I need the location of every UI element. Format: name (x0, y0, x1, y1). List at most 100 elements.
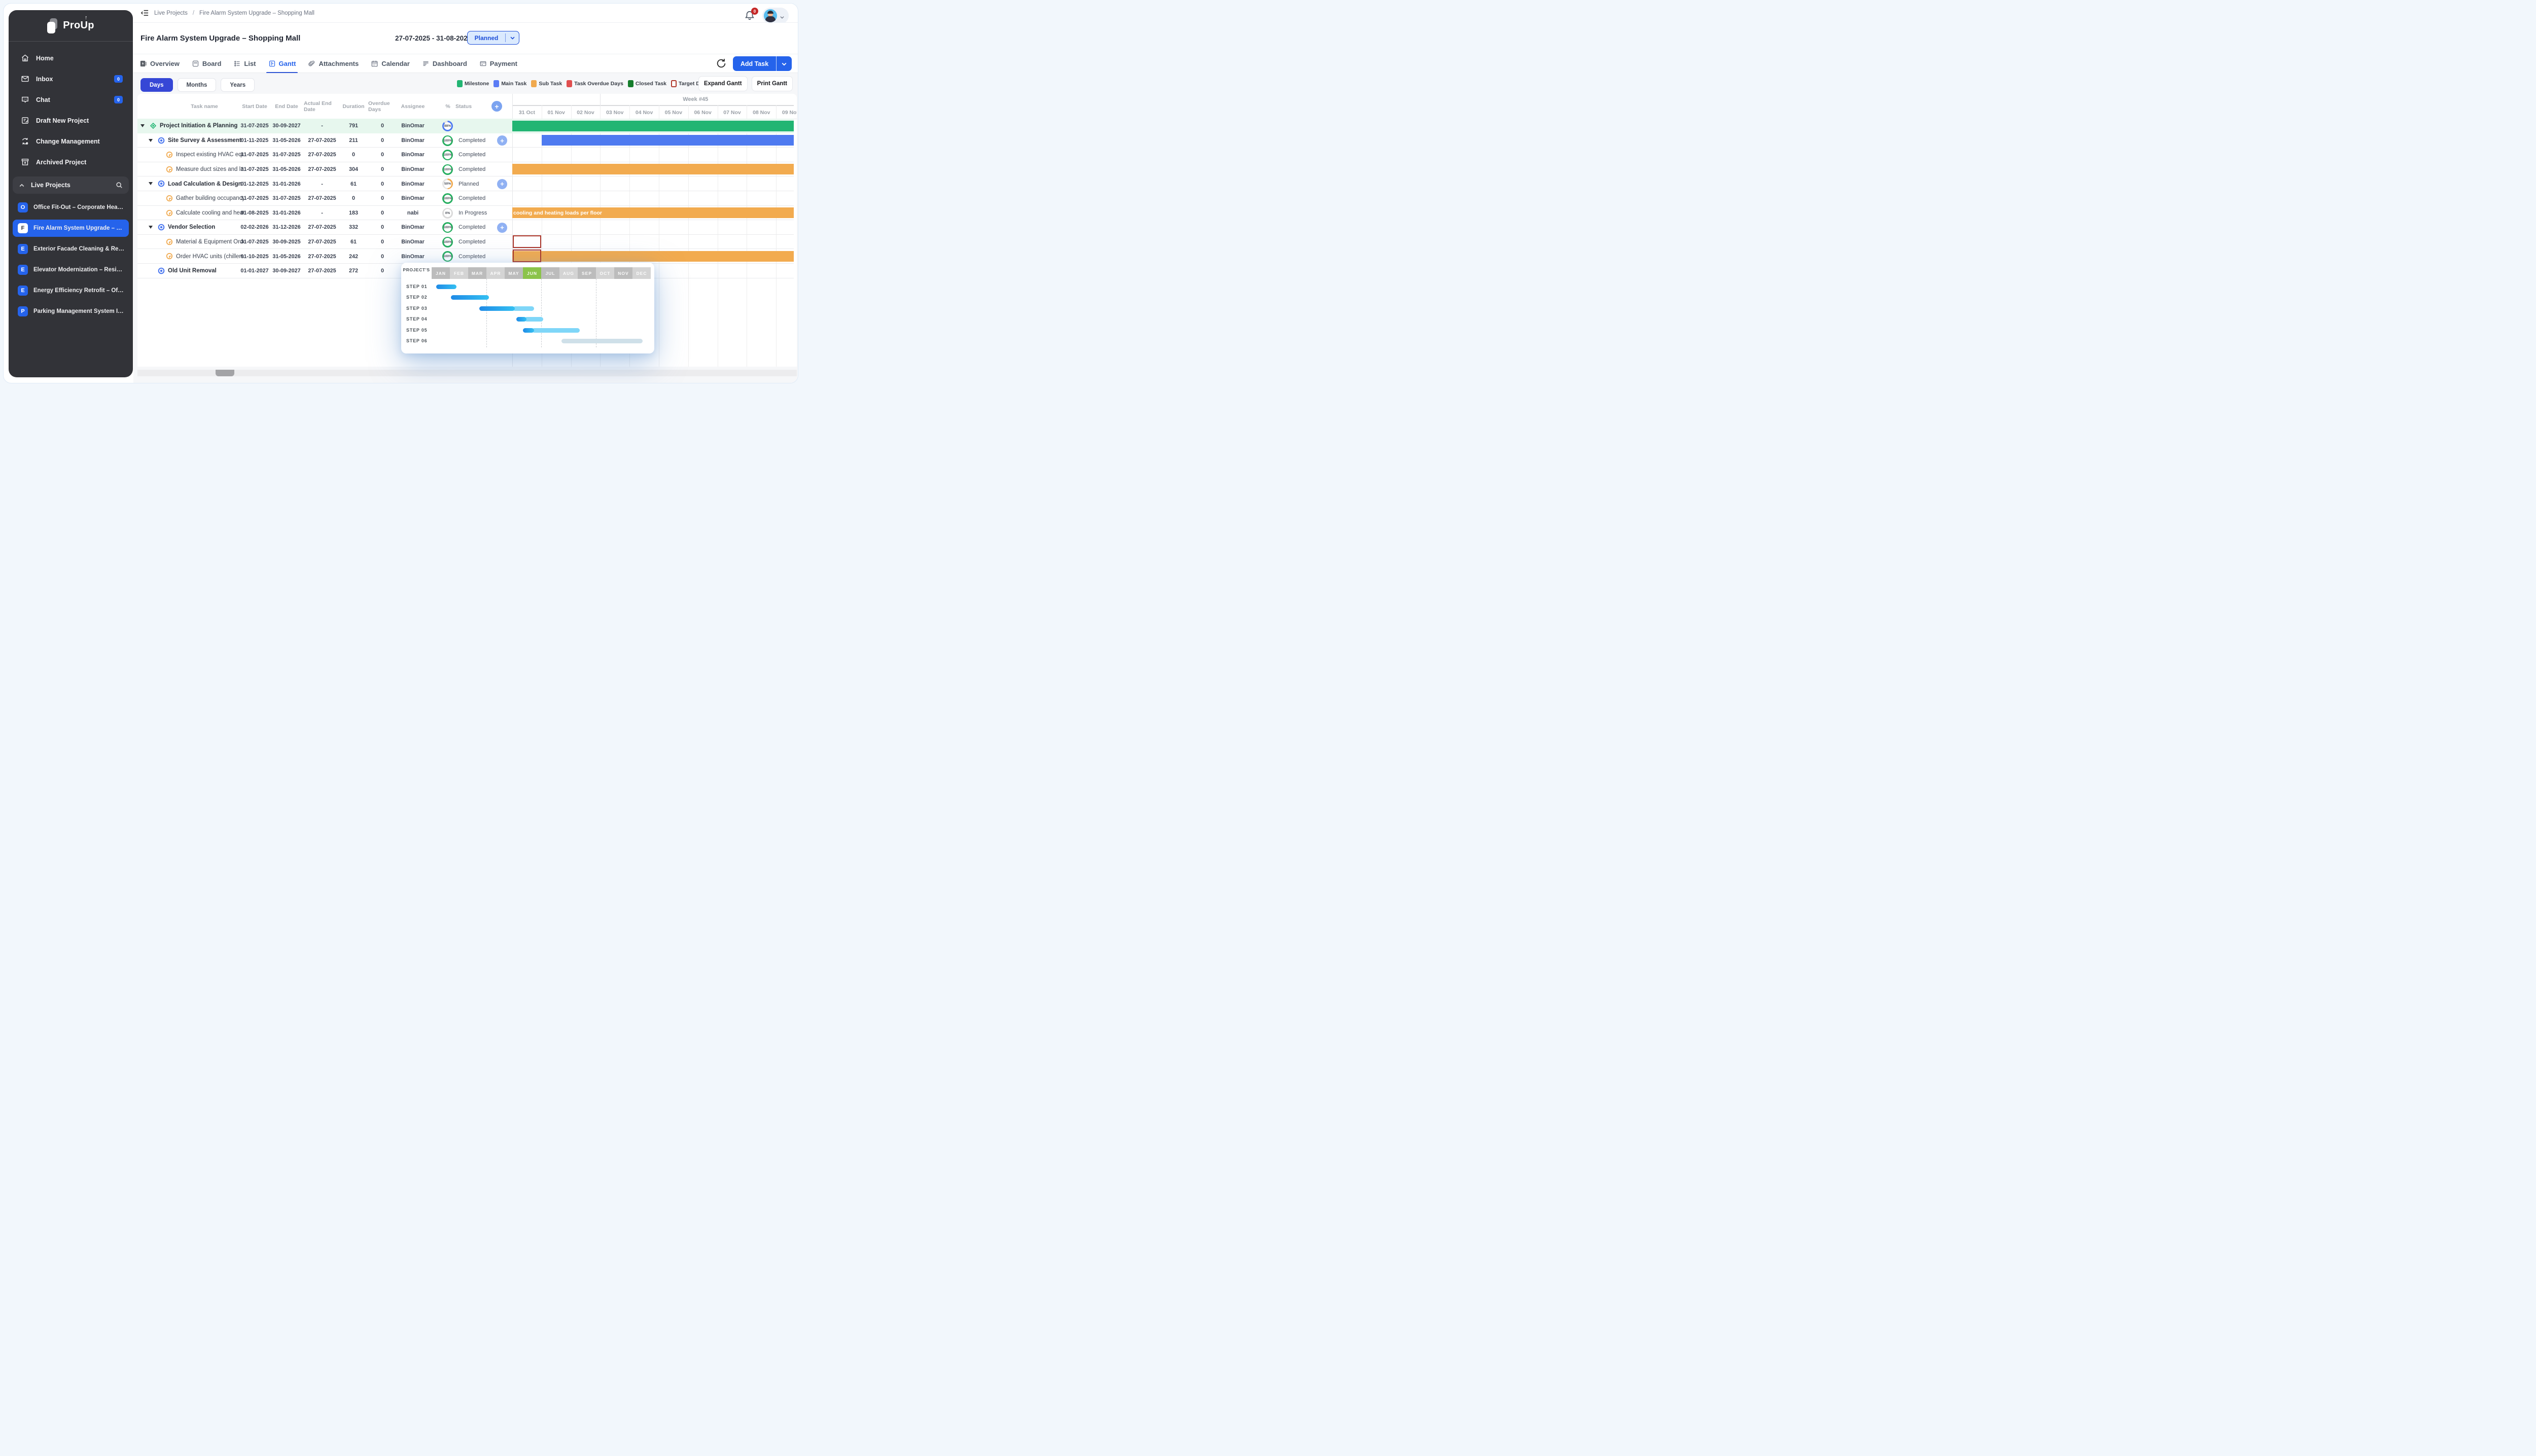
view-months-button[interactable]: Months (178, 78, 217, 92)
cell-status: Completed (459, 148, 495, 162)
project-status-select[interactable]: Planned (467, 31, 519, 45)
task-name[interactable]: Site Survey & Assessment (168, 133, 244, 148)
gantt-bar[interactable] (512, 121, 794, 131)
legend-main-task: Main Task (494, 80, 526, 87)
popup-month-nov: NOV (614, 267, 632, 279)
legend-sub-task: Sub Task (531, 80, 562, 87)
task-row: Load Calculation & Design Re01-12-202531… (137, 176, 794, 191)
task-name[interactable]: Inspect existing HVAC equi (176, 148, 244, 162)
row-add-subtask-button[interactable]: + (497, 179, 507, 189)
column-header-assignee: Assignee (398, 94, 428, 119)
tab-overview[interactable]: Overview (139, 54, 180, 73)
gantt-bar[interactable] (512, 164, 794, 174)
sidebar-item-draft-new-project[interactable]: Draft New Project (9, 110, 133, 131)
sidebar-item-chat[interactable]: Chat0 (9, 89, 133, 110)
task-name[interactable]: Material & Equipment Orde (176, 235, 244, 250)
sidebar-item-inbox[interactable]: Inbox0 (9, 68, 133, 89)
cell-duration: 61 (339, 235, 368, 250)
task-name[interactable]: Order HVAC units (chillers, (176, 249, 244, 264)
expand-gantt-button[interactable]: Expand Gantt (698, 76, 748, 91)
sidebar-section-live-projects[interactable]: Live Projects (13, 176, 129, 194)
row-add-subtask-button[interactable]: + (497, 223, 507, 233)
horizontal-scrollbar[interactable] (137, 370, 797, 376)
board-icon (192, 60, 199, 67)
tab-attachments[interactable]: Attachments (308, 54, 359, 73)
refresh-icon[interactable] (716, 58, 727, 69)
cell-end-date: 31-05-2026 (270, 249, 303, 264)
scrollbar-thumb[interactable] (216, 370, 234, 376)
cell-overdue-days: 0 (368, 235, 397, 250)
progress-ring: 50% (442, 179, 453, 189)
main-task-icon (158, 137, 165, 144)
breadcrumb-section[interactable]: Live Projects (154, 10, 188, 16)
row-add-subtask-button[interactable]: + (497, 135, 507, 146)
cell-overdue-days: 0 (368, 249, 397, 264)
task-name[interactable]: Vendor Selection (168, 220, 244, 235)
chevron-up-icon (19, 182, 25, 188)
popup-step-bar (561, 339, 643, 343)
cell-assignee: BinOmar (396, 176, 430, 191)
tab-payment[interactable]: Payment (479, 54, 517, 73)
project-initial-tile: E (18, 265, 28, 275)
tab-gantt[interactable]: Gantt (268, 54, 296, 73)
sidebar-collapse-icon[interactable] (140, 9, 149, 17)
view-days-button[interactable]: Days (140, 78, 173, 92)
gantt-week-label: Week #45 (600, 94, 791, 105)
view-years-button[interactable]: Years (221, 78, 255, 92)
cell-end-date: 31-01-2026 (270, 176, 303, 191)
sidebar-item-archived-project[interactable]: Archived Project (9, 152, 133, 172)
task-name[interactable]: Measure duct sizes and lay (176, 162, 244, 177)
row-expand-caret[interactable] (149, 139, 153, 142)
row-expand-caret[interactable] (140, 124, 145, 127)
logo-icon (47, 18, 58, 33)
search-icon[interactable] (116, 182, 123, 189)
gantt-bar[interactable]: cooling and heating loads per floor (512, 207, 794, 218)
legend-label: Closed Task (636, 81, 666, 87)
cell-end-date: 31-12-2026 (270, 220, 303, 235)
sidebar-project-parking-management-system-in-[interactable]: PParking Management System In... (13, 303, 129, 320)
tab-dashboard[interactable]: Dashboard (422, 54, 467, 73)
sidebar-item-home[interactable]: Home (9, 48, 133, 68)
list-icon (233, 60, 241, 67)
sidebar-project-energy-efficiency-retrofit-off[interactable]: EEnergy Efficiency Retrofit – Offic... (13, 282, 129, 299)
task-row: Order HVAC units (chillers,01-10-202531-… (137, 249, 794, 264)
add-column-button[interactable]: + (491, 101, 502, 112)
column-header-overdue-days: Overdue Days (368, 94, 397, 119)
cell-status: Completed (459, 220, 495, 235)
popup-title: PROJECT'SSTEPS (401, 267, 432, 273)
add-task-button[interactable]: Add Task (733, 56, 792, 71)
overview-icon (139, 60, 147, 67)
task-name[interactable]: Load Calculation & Design Re (168, 176, 244, 191)
cell-status: In Progress (459, 206, 495, 221)
tab-list[interactable]: List (233, 54, 256, 73)
sidebar-project-office-fit-out-corporate-head-[interactable]: OOffice Fit-Out – Corporate Head... (13, 199, 129, 216)
sidebar-project-fire-alarm-system-upgrade-sh-[interactable]: FFire Alarm System Upgrade – Sh... (13, 220, 129, 237)
cell-overdue-days: 0 (368, 264, 397, 278)
main-task-icon (158, 267, 165, 274)
avatar (764, 9, 777, 22)
tab-calendar[interactable]: Calendar (371, 54, 410, 73)
user-menu[interactable] (762, 8, 789, 24)
cell-actual-end-date: - (304, 119, 340, 133)
tab-board[interactable]: Board (192, 54, 222, 73)
sidebar-project-elevator-modernization-reside-[interactable]: EElevator Modernization – Reside... (13, 261, 129, 278)
notifications-bell-icon[interactable]: 0 (744, 10, 755, 21)
row-expand-caret[interactable] (149, 182, 153, 185)
target-date-box (513, 235, 541, 248)
chevron-down-icon (780, 13, 785, 18)
task-name[interactable]: Calculate cooling and heati (176, 206, 244, 221)
tabs-bar: Overview Board List Gantt Attachments Calenda… (133, 54, 798, 73)
count-badge: 0 (114, 96, 123, 103)
project-initial-tile: P (18, 306, 28, 316)
mail-icon (21, 75, 29, 83)
row-expand-caret[interactable] (149, 226, 153, 229)
sidebar-item-change-management[interactable]: Change Management (9, 131, 133, 152)
task-name[interactable]: Project Initiation & Planning (160, 119, 244, 133)
print-gantt-button[interactable]: Print Gantt (752, 76, 793, 91)
gantt-bar[interactable] (512, 251, 794, 262)
task-name[interactable]: Gather building occupancy (176, 191, 244, 206)
gantt-bar[interactable] (542, 135, 794, 146)
sidebar-project-exterior-facade-cleaning-repa-[interactable]: EExterior Facade Cleaning & Repa... (13, 240, 129, 258)
task-name[interactable]: Old Unit Removal (168, 264, 244, 278)
gantt-day-31-oct: 31 Oct (512, 106, 542, 119)
